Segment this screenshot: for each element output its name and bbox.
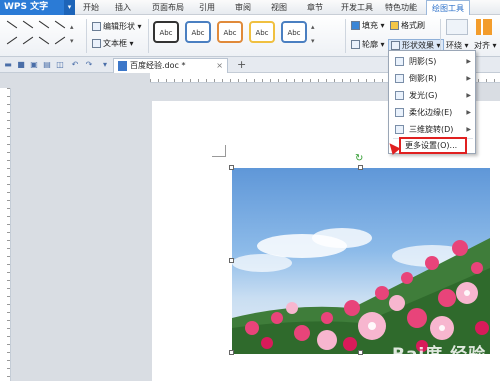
menu-item-soft-edges[interactable]: 柔化边缘(E) ▶ — [389, 104, 477, 121]
close-tab-icon[interactable]: × — [216, 59, 223, 72]
preview-icon[interactable]: ◫ — [55, 60, 65, 70]
align-icon[interactable] — [476, 19, 492, 35]
app-menu-chevron-icon[interactable]: ▾ — [64, 0, 75, 15]
redo-icon[interactable]: ↷ — [84, 60, 94, 70]
tab-insert[interactable]: 插入 — [112, 0, 134, 15]
edit-shape-icon — [92, 22, 101, 31]
folder-icon[interactable]: ▬ — [3, 60, 13, 70]
shape-style-5[interactable]: Abc — [281, 21, 307, 43]
shape-effects-icon — [391, 41, 400, 50]
tab-start[interactable]: 开始 — [80, 0, 102, 15]
outline-icon — [351, 40, 360, 49]
menu-item-more-settings[interactable]: 更多设置(O)... — [399, 137, 467, 154]
text-box-button[interactable]: 文本框 ▾ — [92, 38, 134, 49]
baidu-watermark: Bai度 经验 — [392, 340, 486, 354]
tab-developer[interactable]: 开发工具 — [340, 0, 374, 15]
tab-review[interactable]: 审阅 — [232, 0, 254, 15]
resize-handle-s[interactable] — [358, 350, 363, 355]
rotate-handle-icon[interactable]: ↻ — [355, 153, 363, 164]
document-icon — [118, 61, 127, 71]
tab-view[interactable]: 视图 — [268, 0, 290, 15]
wrap-icon[interactable] — [446, 19, 468, 35]
tab-features[interactable]: 特色功能 — [384, 0, 418, 15]
vertical-ruler[interactable] — [0, 88, 11, 381]
shape-style-2[interactable]: Abc — [185, 21, 211, 43]
menu-bar: WPS 文字 ▾ 开始 插入 页面布局 引用 审阅 视图 章节 开发工具 特色功… — [0, 0, 500, 15]
resize-handle-w[interactable] — [229, 258, 234, 263]
tab-drawing-tools[interactable]: 绘图工具 — [426, 0, 470, 15]
outline-button[interactable]: 轮廓 ▾ — [351, 39, 385, 50]
menu-item-shadow[interactable]: 阴影(S) ▶ — [389, 53, 477, 70]
undo-icon[interactable]: ↶ — [70, 60, 80, 70]
glow-icon — [395, 91, 404, 100]
menu-item-3d-rotation[interactable]: 三维旋转(D) ▶ — [389, 121, 477, 138]
margin-corner-mark — [212, 145, 226, 157]
resize-handle-n[interactable] — [358, 165, 363, 170]
format-brush-icon — [390, 21, 399, 30]
flower-picture[interactable]: Bai度 经验 — [232, 168, 490, 354]
shape-gallery[interactable] — [4, 18, 76, 54]
save-icon[interactable]: ■ — [16, 60, 26, 70]
fill-button[interactable]: 填充 ▾ — [351, 20, 385, 31]
shape-style-3[interactable]: Abc — [217, 21, 243, 43]
shadow-icon — [395, 57, 404, 66]
styles-up-icon[interactable]: ▴ — [311, 23, 315, 31]
soft-edges-icon — [395, 108, 404, 117]
menu-item-glow[interactable]: 发光(G) ▶ — [389, 87, 477, 104]
text-box-icon — [92, 39, 101, 48]
shape-style-4[interactable]: Abc — [249, 21, 275, 43]
flower-scene — [232, 228, 490, 354]
gallery-up-icon[interactable]: ▴ — [70, 23, 74, 31]
document-tab[interactable]: 百度经验.doc * × — [113, 58, 228, 73]
gallery-down-icon[interactable]: ▾ — [70, 37, 74, 45]
resize-handle-sw[interactable] — [229, 350, 234, 355]
quick-access-chevron-icon[interactable]: ▾ — [100, 60, 110, 70]
tab-page-layout[interactable]: 页面布局 — [150, 0, 186, 15]
edit-shape-button[interactable]: 编辑形状 ▾ — [92, 21, 142, 32]
shape-style-1[interactable]: Abc — [153, 21, 179, 43]
print-icon[interactable]: ▤ — [42, 60, 52, 70]
add-tab-icon[interactable]: + — [237, 58, 246, 71]
wps-app-button[interactable]: WPS 文字 — [0, 0, 64, 15]
menu-item-reflection[interactable]: 倒影(R) ▶ — [389, 70, 477, 87]
align-button[interactable]: 对齐 ▾ — [474, 40, 497, 51]
tab-chapter[interactable]: 章节 — [304, 0, 326, 15]
format-brush-button[interactable]: 格式刷 — [390, 20, 425, 31]
new-doc-icon[interactable]: ▣ — [29, 60, 39, 70]
3d-rotation-icon — [395, 125, 404, 134]
shape-effects-menu: 阴影(S) ▶ 倒影(R) ▶ 发光(G) ▶ 柔化边缘(E) ▶ 三维旋转(D) ▶ 更… — [388, 50, 476, 154]
reflection-icon — [395, 74, 404, 83]
resize-handle-nw[interactable] — [229, 165, 234, 170]
fill-icon — [351, 21, 360, 30]
tab-references[interactable]: 引用 — [196, 0, 218, 15]
styles-down-icon[interactable]: ▾ — [311, 37, 315, 45]
